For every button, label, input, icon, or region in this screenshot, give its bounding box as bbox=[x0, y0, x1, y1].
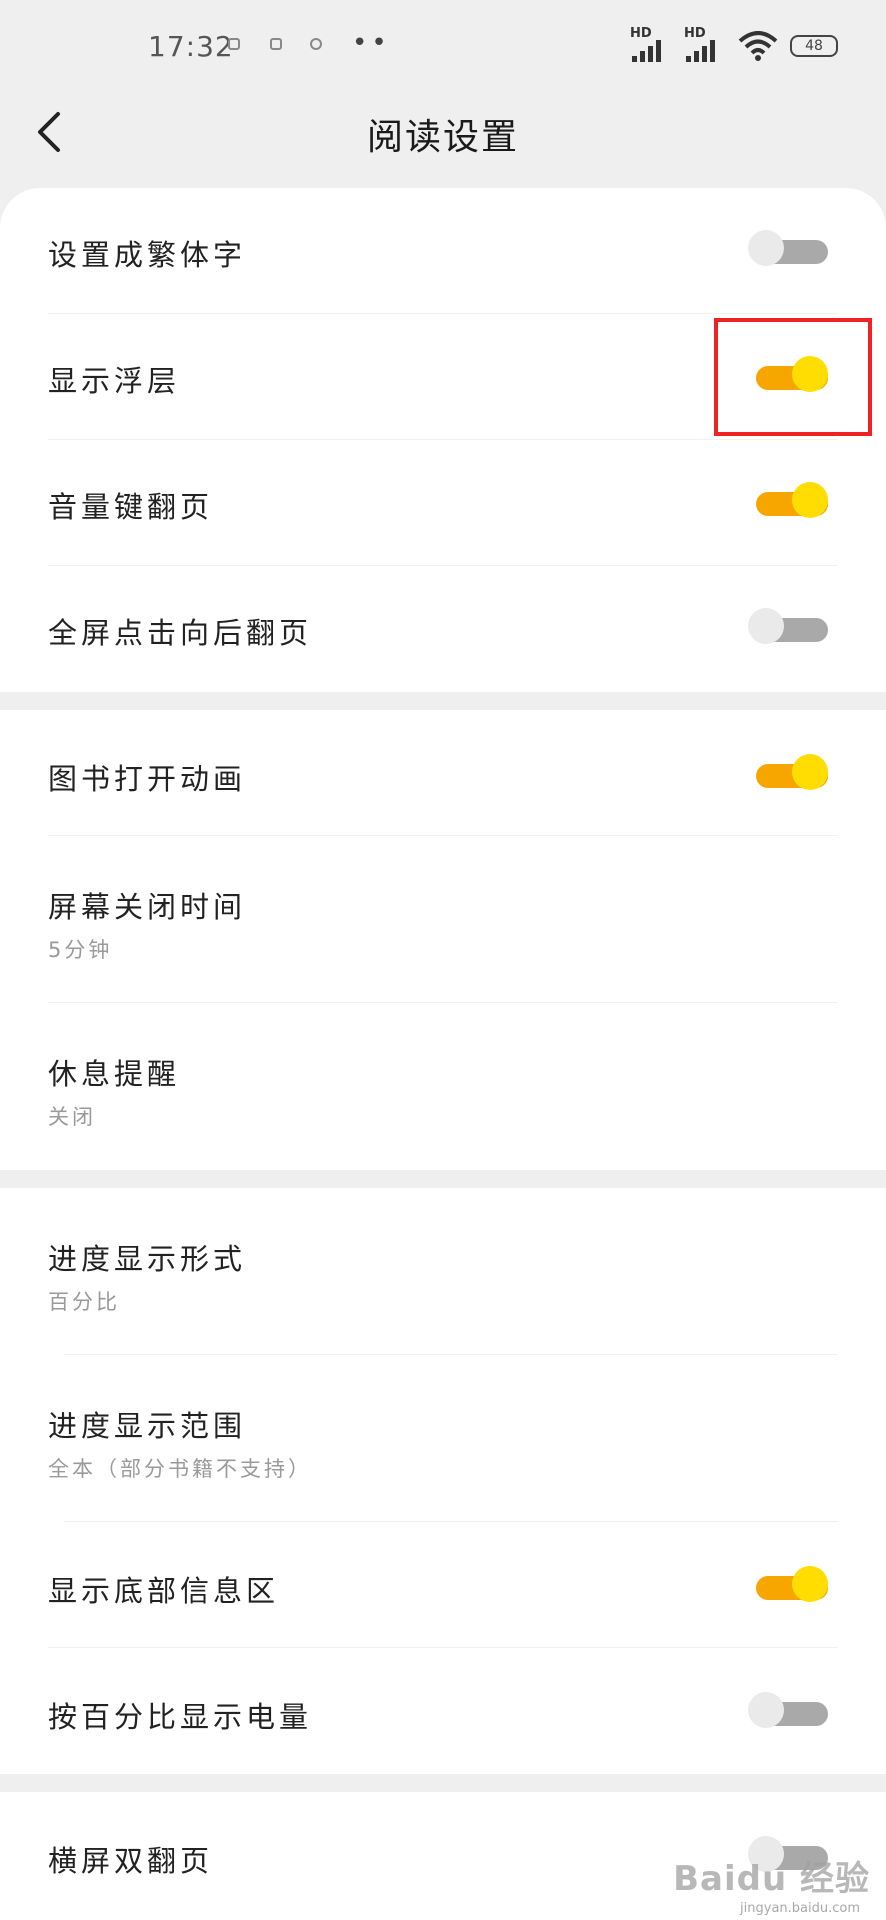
setting-label: 音量键翻页 bbox=[48, 490, 214, 524]
bottom-info-area-toggle[interactable] bbox=[748, 1562, 828, 1610]
battery-percentage-toggle[interactable] bbox=[748, 1688, 828, 1736]
share-notification-icon bbox=[310, 38, 322, 50]
setting-row-screen-off-time[interactable]: 屏幕关闭时间 5分钟 bbox=[48, 836, 838, 1003]
setting-label: 图书打开动画 bbox=[48, 762, 247, 796]
setting-row-rest-reminder[interactable]: 休息提醒 关闭 bbox=[48, 1003, 838, 1170]
baidu-watermark-url: jingyan.baidu.com bbox=[740, 1901, 860, 1916]
setting-label: 进度显示范围 bbox=[48, 1409, 247, 1443]
setting-value: 关闭 bbox=[48, 1105, 96, 1129]
setting-label: 显示浮层 bbox=[48, 364, 181, 398]
header: 阅读设置 bbox=[0, 92, 886, 172]
setting-value: 百分比 bbox=[48, 1290, 120, 1314]
setting-row-progress-display-format[interactable]: 进度显示形式 百分比 bbox=[48, 1188, 838, 1355]
setting-row-volume-key-page[interactable]: 音量键翻页 bbox=[48, 440, 838, 566]
traditional-chinese-toggle[interactable] bbox=[748, 226, 828, 274]
show-overlay-toggle[interactable] bbox=[748, 352, 828, 400]
setting-value: 5分钟 bbox=[48, 938, 113, 962]
setting-label: 按百分比显示电量 bbox=[48, 1700, 313, 1734]
setting-value: 全本（部分书籍不支持） bbox=[48, 1457, 312, 1481]
signal-label-2: HD bbox=[684, 26, 706, 41]
setting-label: 设置成繁体字 bbox=[48, 238, 247, 272]
setting-label: 显示底部信息区 bbox=[48, 1574, 280, 1608]
settings-group-2: 图书打开动画 屏幕关闭时间 5分钟 休息提醒 关闭 bbox=[0, 710, 886, 1170]
setting-row-battery-percentage[interactable]: 按百分比显示电量 bbox=[48, 1648, 838, 1774]
signal-label-1: HD bbox=[630, 26, 652, 41]
setting-label: 横屏双翻页 bbox=[48, 1844, 214, 1878]
setting-label: 全屏点击向后翻页 bbox=[48, 616, 313, 650]
setting-row-progress-display-range[interactable]: 进度显示范围 全本（部分书籍不支持） bbox=[48, 1355, 838, 1522]
battery-icon: 48 bbox=[790, 35, 838, 57]
setting-label: 屏幕关闭时间 bbox=[48, 890, 247, 924]
setting-row-bottom-info-area[interactable]: 显示底部信息区 bbox=[48, 1522, 838, 1648]
setting-row-traditional-chinese[interactable]: 设置成繁体字 bbox=[48, 188, 838, 314]
baidu-watermark: Baidu 经验 bbox=[673, 1859, 870, 1899]
page-title: 阅读设置 bbox=[366, 117, 519, 158]
signal-hd-icon-2: HD bbox=[684, 26, 726, 62]
setting-row-show-overlay[interactable]: 显示浮层 bbox=[48, 314, 838, 440]
book-open-animation-toggle[interactable] bbox=[748, 750, 828, 798]
more-notifications-icon: •• bbox=[352, 28, 391, 58]
settings-group-3: 进度显示形式 百分比 进度显示范围 全本（部分书籍不支持） 显示底部信息区 按百… bbox=[0, 1188, 886, 1774]
status-bar: 17:32 •• HD HD 48 bbox=[0, 0, 886, 100]
volume-key-page-toggle[interactable] bbox=[748, 478, 828, 526]
signal-hd-icon-1: HD bbox=[630, 26, 672, 62]
cloud-notification-icon bbox=[228, 38, 240, 50]
setting-row-book-open-animation[interactable]: 图书打开动画 bbox=[48, 710, 838, 836]
reading-settings-screen: 17:32 •• HD HD 48 阅读设置 设置成繁体字 显示浮层 音量键翻页… bbox=[0, 0, 886, 1920]
wifi-icon bbox=[738, 31, 778, 61]
setting-label: 休息提醒 bbox=[48, 1057, 181, 1091]
app-notification-icon bbox=[270, 38, 282, 50]
setting-label: 进度显示形式 bbox=[48, 1242, 247, 1276]
fullscreen-tap-forward-toggle[interactable] bbox=[748, 604, 828, 652]
status-time: 17:32 bbox=[148, 30, 234, 63]
settings-group-1: 设置成繁体字 显示浮层 音量键翻页 全屏点击向后翻页 bbox=[0, 188, 886, 692]
status-indicators: HD HD 48 bbox=[630, 26, 838, 62]
setting-row-fullscreen-tap-forward[interactable]: 全屏点击向后翻页 bbox=[48, 566, 838, 692]
